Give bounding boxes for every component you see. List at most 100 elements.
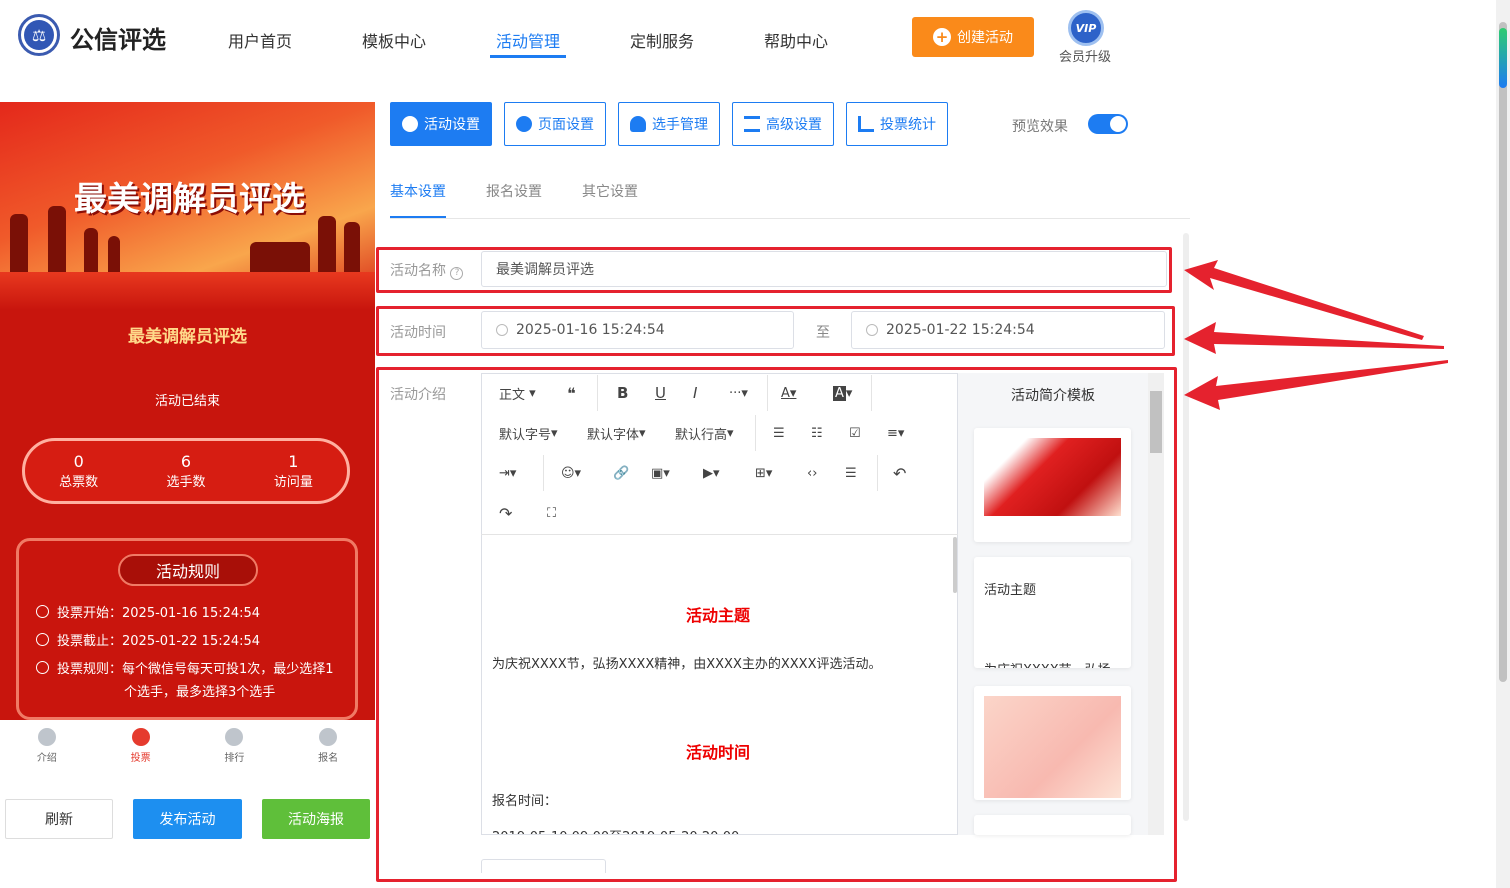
- help-icon: ?: [450, 267, 464, 280]
- video-icon[interactable]: ▶▾: [703, 461, 720, 485]
- underline-icon[interactable]: U: [655, 381, 666, 405]
- nav-templates[interactable]: 模板中心: [362, 28, 426, 52]
- nav-help[interactable]: 帮助中心: [764, 28, 828, 52]
- page-scrollbar[interactable]: [1496, 0, 1510, 888]
- poster-button[interactable]: 活动海报: [262, 799, 370, 839]
- editor-toolbar: 正文 ▾ ❝ B U I ··· ▾ A ▾ A ▾ 默认字号 ▾ 默认字体 ▾ 默认行高…: [481, 373, 958, 535]
- star-circle-icon: [402, 116, 418, 132]
- template-scrollbar[interactable]: [1148, 373, 1164, 835]
- refresh-button[interactable]: 刷新: [5, 799, 113, 839]
- mobile-tabbar: 介绍 投票 排行 报名: [0, 720, 375, 776]
- template-card-text-preview: 为庆祝XXXX节，弘扬: [984, 659, 1111, 668]
- indent-icon[interactable]: ⇥▾: [499, 461, 516, 485]
- rule-desc-cont: 个选手，最多选择3个选手: [124, 685, 276, 700]
- nav-home[interactable]: 用户首页: [228, 28, 292, 52]
- background-color-icon[interactable]: A ▾: [833, 381, 852, 405]
- brand-name: 公信评选: [70, 26, 166, 54]
- editor-paragraph-signup: 报名时间：: [492, 794, 558, 809]
- undo-icon[interactable]: ↶: [893, 461, 906, 485]
- align-icon[interactable]: ≡▾: [887, 421, 904, 445]
- tab-vote[interactable]: 投票: [131, 728, 151, 776]
- font-size-dropdown[interactable]: 默认字号 ▾: [499, 421, 558, 445]
- subtab-active-indicator: [390, 216, 446, 218]
- template-card-title: 活动主题: [984, 583, 1037, 598]
- bold-icon[interactable]: B: [617, 381, 628, 405]
- link-icon[interactable]: 🔗: [613, 461, 629, 485]
- nav-custom-service[interactable]: 定制服务: [630, 28, 694, 52]
- tool-contestants[interactable]: 选手管理: [618, 102, 720, 146]
- preview-toggle[interactable]: [1088, 114, 1128, 134]
- start-time-input[interactable]: 2025-01-16 15:24:54: [481, 311, 794, 349]
- tab-signup[interactable]: 报名: [318, 728, 338, 776]
- quote-icon[interactable]: ❝: [567, 381, 576, 405]
- alert-icon: [36, 661, 49, 674]
- template-panel-title: 活动简介模板: [1011, 388, 1095, 404]
- table-icon[interactable]: ⊞▾: [755, 461, 772, 485]
- activity-title: 最美调解员评选: [128, 327, 247, 347]
- editor-scrollbar[interactable]: [953, 537, 957, 593]
- rule-end: 投票截止：2025-01-22 15:24:54: [36, 630, 260, 653]
- create-activity-button[interactable]: + 创建活动: [912, 17, 1034, 57]
- users-icon: [630, 116, 646, 132]
- intro-label: 活动介绍: [390, 387, 446, 403]
- plus-circle-icon: +: [933, 28, 951, 46]
- end-time-input[interactable]: 2025-01-22 15:24:54: [851, 311, 1165, 349]
- clock-icon: [36, 633, 49, 646]
- gear-icon: [516, 116, 532, 132]
- tool-statistics[interactable]: 投票统计: [846, 102, 948, 146]
- font-color-icon[interactable]: A ▾: [781, 381, 796, 405]
- activity-status: 活动已结束: [154, 394, 220, 409]
- tab-ranking[interactable]: 排行: [224, 728, 244, 776]
- banner-title: 最美调解员评选: [74, 179, 305, 218]
- template-thumb: [984, 696, 1121, 798]
- template-card-pink[interactable]: [974, 686, 1131, 800]
- font-family-dropdown[interactable]: 默认字体 ▾: [587, 421, 646, 445]
- bullet-list-icon[interactable]: ☰: [773, 421, 785, 445]
- more-icon[interactable]: ··· ▾: [729, 381, 748, 405]
- italic-icon[interactable]: I: [693, 381, 697, 405]
- divider-icon[interactable]: ☰: [845, 461, 857, 485]
- vip-badge-icon[interactable]: VIP: [1068, 10, 1104, 46]
- stats-panel: 0 总票数 6 选手数 1 访问量: [22, 438, 350, 504]
- clock-icon: [36, 605, 49, 618]
- rule-desc: 投票规则：每个微信号每天可投1次，最少选择1: [36, 658, 334, 681]
- scales-icon: ⚖: [24, 20, 54, 50]
- nav-activity-management[interactable]: 活动管理: [496, 28, 560, 52]
- subtab-signup[interactable]: 报名设置: [486, 181, 542, 201]
- emoji-icon[interactable]: ☺▾: [561, 461, 581, 485]
- subtab-other[interactable]: 其它设置: [582, 181, 638, 201]
- template-card-partial[interactable]: [974, 815, 1131, 835]
- template-card-text[interactable]: 活动主题 为庆祝XXXX节，弘扬: [974, 557, 1131, 668]
- time-label: 活动时间: [390, 325, 446, 341]
- fullscreen-icon[interactable]: ⛶: [547, 501, 556, 525]
- name-label: 活动名称 ?: [390, 260, 464, 280]
- annotation-arrows: [1184, 260, 1448, 410]
- tool-activity-settings[interactable]: 活动设置: [390, 102, 492, 146]
- paragraph-style-dropdown[interactable]: 正文 ▾: [499, 381, 536, 405]
- bar-chart-icon: [858, 116, 874, 132]
- line-height-dropdown[interactable]: 默认行高 ▾: [675, 421, 734, 445]
- next-field-input[interactable]: [481, 859, 606, 873]
- subtab-basic[interactable]: 基本设置: [390, 181, 446, 201]
- activity-name-input[interactable]: 最美调解员评选: [481, 251, 1167, 287]
- publish-button[interactable]: 发布活动: [133, 799, 242, 839]
- template-card-festival[interactable]: [974, 428, 1131, 542]
- numbered-list-icon[interactable]: ☷: [811, 421, 823, 445]
- to-label: 至: [816, 325, 830, 341]
- stat-total-votes: 0 总票数: [59, 452, 99, 490]
- info-icon: [37, 728, 56, 746]
- tab-intro[interactable]: 介绍: [37, 728, 57, 776]
- tool-advanced[interactable]: 高级设置: [732, 102, 834, 146]
- mobile-preview: 最美调解员评选 最美调解员评选 活动已结束 0 总票数 6 选手数 1 访问量 活动规…: [0, 102, 375, 720]
- stat-contestants: 6 选手数: [166, 452, 206, 490]
- code-icon[interactable]: ‹›: [807, 461, 817, 485]
- clock-icon: [866, 324, 878, 336]
- logo[interactable]: ⚖: [18, 14, 60, 56]
- image-icon[interactable]: ▣▾: [651, 461, 670, 485]
- preview-label: 预览效果: [1012, 119, 1068, 135]
- clock-icon: [496, 324, 508, 336]
- redo-icon[interactable]: ↷: [499, 501, 512, 525]
- tool-page-settings[interactable]: 页面设置: [504, 102, 606, 146]
- checklist-icon[interactable]: ☑: [849, 421, 861, 445]
- vip-upgrade-label[interactable]: 会员升级: [1059, 46, 1111, 65]
